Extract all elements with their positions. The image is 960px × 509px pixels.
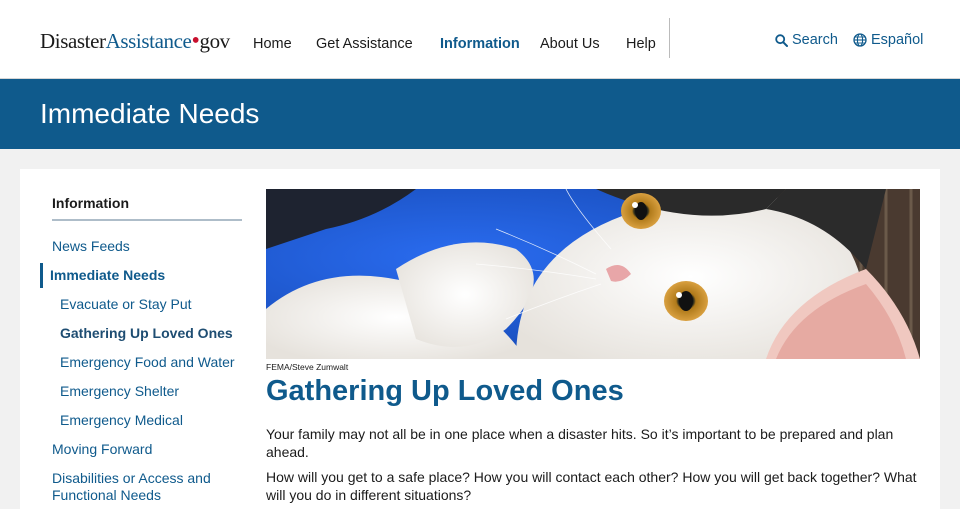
logo-part-assistance: Assistance bbox=[105, 29, 192, 53]
search-link[interactable]: Search bbox=[775, 31, 838, 49]
site-header: DisasterAssistance•gov Home Get Assistan… bbox=[0, 0, 960, 79]
sidebar-item-disabilities[interactable]: Disabilities or Access and Functional Ne… bbox=[52, 470, 232, 504]
side-nav-title: Information bbox=[52, 189, 242, 221]
sidebar-item-food-water[interactable]: Emergency Food and Water bbox=[60, 354, 235, 370]
photo-caption: FEMA/Steve Zumwalt bbox=[266, 362, 349, 372]
search-label: Search bbox=[792, 32, 838, 48]
sidebar-item-moving-forward[interactable]: Moving Forward bbox=[52, 441, 152, 457]
nav-information[interactable]: Information bbox=[440, 36, 520, 52]
site-logo[interactable]: DisasterAssistance•gov bbox=[40, 29, 230, 53]
side-nav: Information bbox=[52, 189, 242, 221]
page-title: Gathering Up Loved Ones bbox=[266, 375, 624, 407]
language-link[interactable]: Español bbox=[853, 31, 923, 49]
sidebar-item-shelter[interactable]: Emergency Shelter bbox=[60, 383, 179, 399]
intro-paragraph: Your family may not all be in one place … bbox=[266, 426, 894, 460]
kitten-photo bbox=[266, 189, 920, 359]
questions-paragraph: How will you get to a safe place? How yo… bbox=[266, 469, 917, 503]
language-label: Español bbox=[871, 32, 924, 48]
sidebar-item-news-feeds[interactable]: News Feeds bbox=[52, 238, 130, 254]
sidebar-item-medical[interactable]: Emergency Medical bbox=[60, 412, 183, 428]
globe-icon bbox=[853, 33, 867, 47]
logo-part-gov: gov bbox=[199, 29, 230, 53]
sidebar-item-gathering-loved-ones[interactable]: Gathering Up Loved Ones bbox=[60, 325, 233, 341]
nav-about-us[interactable]: About Us bbox=[540, 36, 600, 52]
nav-home[interactable]: Home bbox=[253, 36, 292, 52]
hero-title: Immediate Needs bbox=[40, 98, 260, 129]
logo-part-disaster: Disaster bbox=[40, 29, 106, 53]
nav-get-assistance[interactable]: Get Assistance bbox=[316, 36, 413, 52]
nav-help[interactable]: Help bbox=[626, 36, 656, 52]
sidebar-item-immediate-needs[interactable]: Immediate Needs bbox=[50, 267, 165, 283]
sidebar-item-evacuate[interactable]: Evacuate or Stay Put bbox=[60, 296, 192, 312]
current-section-indicator bbox=[40, 263, 43, 288]
page-hero: Immediate Needs bbox=[0, 79, 960, 149]
content-card: Information News Feeds Immediate Needs E… bbox=[20, 169, 940, 509]
kitten-image bbox=[266, 189, 920, 359]
nav-divider bbox=[669, 18, 670, 58]
search-icon bbox=[775, 33, 788, 47]
